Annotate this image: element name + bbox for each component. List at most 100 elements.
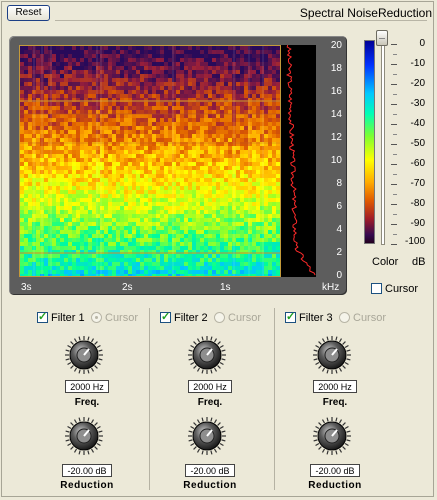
db-tick-mark bbox=[393, 194, 397, 195]
db-tick-mark bbox=[391, 44, 397, 45]
khz-tick: 14 bbox=[330, 109, 342, 120]
filter-2-freq-label: Freq. bbox=[197, 397, 223, 408]
spectrogram-view[interactable] bbox=[19, 45, 281, 277]
knob-dial-icon bbox=[188, 336, 226, 374]
db-tick: -90 bbox=[410, 218, 425, 229]
db-tick-mark bbox=[391, 144, 397, 145]
spectrogram-image bbox=[20, 46, 280, 276]
filter-2-cursor-radio[interactable] bbox=[214, 312, 225, 323]
db-tick: -10 bbox=[410, 58, 425, 69]
filter-3-freq-label: Freq. bbox=[322, 397, 348, 408]
title-divider bbox=[55, 20, 427, 21]
db-tick: -20 bbox=[410, 78, 425, 89]
db-tick-mark bbox=[391, 224, 397, 225]
filter-3-freq-field[interactable]: 2000 Hz bbox=[313, 380, 357, 393]
db-tick-mark bbox=[393, 234, 397, 235]
db-tick-mark bbox=[393, 214, 397, 215]
khz-tick: 18 bbox=[330, 63, 342, 74]
color-label: Color bbox=[372, 256, 399, 268]
db-tick-mark bbox=[391, 184, 397, 185]
khz-tick: 12 bbox=[330, 132, 342, 143]
db-tick: 0 bbox=[419, 38, 425, 49]
plugin-title: Spectral NoiseReduction bbox=[299, 6, 432, 20]
filter-2-reduction-knob[interactable] bbox=[187, 416, 227, 456]
db-tick-mark bbox=[391, 164, 397, 165]
filter-2-checkbox[interactable] bbox=[160, 310, 171, 323]
db-tick-mark bbox=[393, 114, 397, 115]
filter-1-panel: Filter 1 Cursor 2000 Hz Freq. -20.00 dB … bbox=[31, 310, 165, 492]
db-tick: -40 bbox=[410, 118, 425, 129]
filter-3-freq-knob[interactable] bbox=[312, 335, 352, 375]
filter-1-cursor-radio[interactable] bbox=[91, 312, 102, 323]
filter-3-checkbox[interactable] bbox=[285, 310, 296, 323]
color-scale-bar bbox=[364, 40, 375, 244]
db-tick: -70 bbox=[410, 178, 425, 189]
knob-dial-icon bbox=[313, 417, 351, 455]
khz-tick: 0 bbox=[336, 270, 342, 281]
db-tick-mark bbox=[393, 174, 397, 175]
filter-3-reduction-label: Reduction bbox=[308, 480, 362, 491]
db-tick: -50 bbox=[410, 138, 425, 149]
time-label: 3s bbox=[21, 282, 32, 293]
filter-1-checkbox[interactable] bbox=[37, 310, 48, 323]
filter-1-freq-label: Freq. bbox=[74, 397, 100, 408]
time-label: 2s bbox=[122, 282, 133, 293]
color-slider-thumb[interactable] bbox=[376, 30, 388, 46]
db-tick-mark bbox=[393, 154, 397, 155]
db-tick-mark bbox=[391, 104, 397, 105]
knob-dial-icon bbox=[313, 336, 351, 374]
khz-tick: 2 bbox=[336, 247, 342, 258]
time-label: 1s bbox=[220, 282, 231, 293]
db-tick: -60 bbox=[410, 158, 425, 169]
filter-3-cursor-label: Cursor bbox=[353, 312, 387, 324]
knob-dial-icon bbox=[65, 417, 103, 455]
filter-2-reduction-field[interactable]: -20.00 dB bbox=[185, 464, 235, 477]
db-tick-mark bbox=[393, 54, 397, 55]
knob-dial-icon bbox=[188, 417, 226, 455]
khz-tick: 10 bbox=[330, 155, 342, 166]
filter-1-freq-knob[interactable] bbox=[64, 335, 104, 375]
filter-3-cursor-radio[interactable] bbox=[339, 312, 350, 323]
db-tick-mark bbox=[391, 204, 397, 205]
filter-3-reduction-field[interactable]: -20.00 dB bbox=[310, 464, 360, 477]
db-tick: -30 bbox=[410, 98, 425, 109]
filter-2-reduction-label: Reduction bbox=[183, 480, 237, 491]
khz-tick: 16 bbox=[330, 86, 342, 97]
filter-3-reduction-knob[interactable] bbox=[312, 416, 352, 456]
khz-unit-label: kHz bbox=[322, 282, 340, 293]
cursor-checkbox-label: Cursor bbox=[385, 283, 419, 295]
filter-2-freq-knob[interactable] bbox=[187, 335, 227, 375]
db-unit-label: dB bbox=[412, 256, 426, 268]
filter-2-cursor-label: Cursor bbox=[228, 312, 262, 324]
reset-button[interactable]: Reset bbox=[7, 5, 50, 21]
filter-1-label: Filter 1 bbox=[51, 312, 85, 324]
filter-1-reduction-field[interactable]: -20.00 dB bbox=[62, 464, 112, 477]
db-tick-mark bbox=[393, 134, 397, 135]
filter-2-panel: Filter 2 Cursor 2000 Hz Freq. -20.00 dB … bbox=[154, 310, 288, 492]
filter-1-freq-field[interactable]: 2000 Hz bbox=[65, 380, 109, 393]
khz-tick: 6 bbox=[336, 201, 342, 212]
filter-2-freq-field[interactable]: 2000 Hz bbox=[188, 380, 232, 393]
filter-3-panel: Filter 3 Cursor 2000 Hz Freq. -20.00 dB … bbox=[279, 310, 413, 492]
db-tick-mark bbox=[391, 84, 397, 85]
spectrum-profile-graph bbox=[286, 44, 316, 276]
color-slider-track[interactable] bbox=[381, 30, 385, 245]
db-tick: -80 bbox=[410, 198, 425, 209]
cursor-checkbox[interactable] bbox=[371, 283, 382, 294]
khz-tick: 8 bbox=[336, 178, 342, 189]
khz-tick: 4 bbox=[336, 224, 342, 235]
db-tick-mark bbox=[393, 94, 397, 95]
filter-1-cursor-label: Cursor bbox=[105, 312, 139, 324]
db-tick-mark bbox=[391, 64, 397, 65]
filter-1-reduction-label: Reduction bbox=[60, 480, 114, 491]
db-tick-mark bbox=[391, 124, 397, 125]
filter-3-label: Filter 3 bbox=[299, 312, 333, 324]
db-tick-mark bbox=[393, 74, 397, 75]
spectrum-profile bbox=[281, 44, 316, 277]
db-tick: -100 bbox=[404, 236, 425, 247]
knob-dial-icon bbox=[65, 336, 103, 374]
filter-2-label: Filter 2 bbox=[174, 312, 208, 324]
khz-tick: 20 bbox=[330, 40, 342, 51]
db-tick-mark bbox=[391, 244, 397, 245]
filter-1-reduction-knob[interactable] bbox=[64, 416, 104, 456]
